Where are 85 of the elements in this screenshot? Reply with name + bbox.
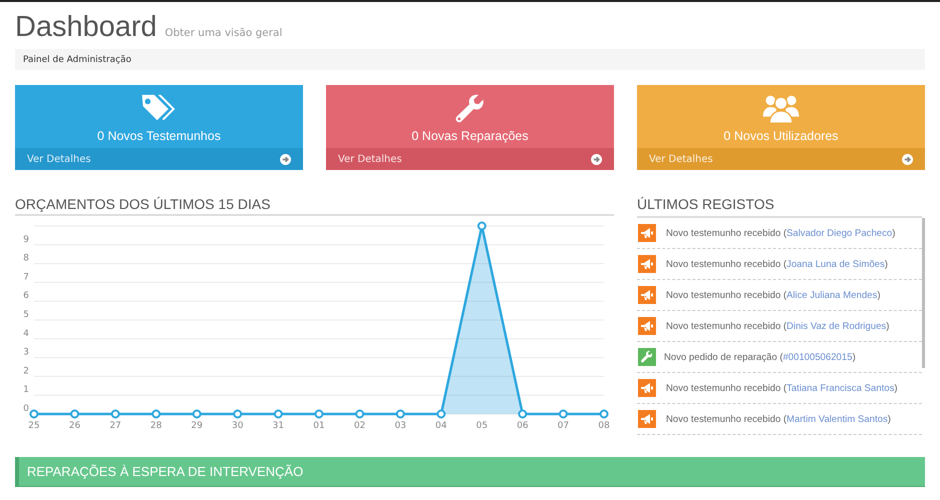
log-entry[interactable]: Novo testemunho recebido (Joana Luna de Simões) [637, 249, 922, 280]
log-entry[interactable]: Novo pedido de reparação (#001005062015) [637, 342, 922, 373]
record-link[interactable]: Alice Juliana Mendes [786, 290, 878, 300]
record-link[interactable]: Salvador Diego Pacheco [786, 228, 892, 238]
arrow-circle-icon [902, 154, 913, 164]
axis-label: 06 [516, 421, 528, 431]
axis-label: 03 [394, 421, 406, 431]
axis-label: 6 [23, 291, 29, 302]
data-point [600, 410, 608, 418]
axis-label: 5 [23, 310, 29, 320]
data-point [314, 410, 324, 418]
axis-label: 28 [150, 421, 162, 431]
megaphone-icon [638, 224, 656, 242]
log-entry[interactable]: Novo testemunho recebido (Alice Juliana Mendes) [637, 280, 922, 311]
axis-label: 4 [23, 328, 29, 339]
log-text: Novo testemunho recebido (Tatiana Francisca Santos) [666, 382, 898, 394]
axis-label: 30 [232, 421, 244, 431]
data-point [396, 410, 405, 418]
arrow-circle-icon [591, 154, 602, 164]
megaphone-icon [638, 410, 656, 428]
axis-label: 08 [598, 421, 610, 431]
panel-title: REPARAÇÕES À ESPERA DE INTERVENÇÃO [27, 464, 304, 479]
log-text: Novo testemunho recebido (Martim Valentim Santos) [666, 414, 891, 424]
details-link[interactable]: Ver Detalhes [637, 148, 925, 170]
data-point [192, 410, 202, 418]
data-point [558, 410, 568, 418]
data-point [233, 410, 242, 418]
breadcrumb-item[interactable]: Painel de Administração [23, 54, 132, 64]
page-title: Dashboard [15, 12, 157, 42]
stat-label: 0 Novos Testemunhos [97, 128, 221, 142]
axis-label: 25 [28, 421, 40, 431]
axis-label: 07 [558, 421, 569, 431]
data-point [477, 222, 486, 230]
record-link[interactable]: Dinis Vaz de Rodrigues [786, 320, 886, 332]
log-text: Novo testemunho recebido (Salvador Diego Pacheco) [666, 228, 896, 238]
axis-label: 26 [69, 421, 80, 431]
axis-label: 27 [110, 421, 122, 431]
axis-label: 0 [23, 404, 29, 414]
log-entry[interactable]: Novo testemunho recebido (Dinis Vaz de Rodrigues) [637, 311, 922, 342]
data-point [30, 410, 38, 418]
axis-label: 1 [23, 385, 29, 396]
axis-label: 04 [435, 421, 447, 431]
axis-label: 31 [272, 421, 284, 431]
axis-label: 29 [191, 421, 203, 431]
data-point [355, 410, 364, 418]
log-text: Novo testemunho recebido (Dinis Vaz de Rodrigues) [666, 320, 890, 332]
log-entry[interactable]: Novo testemunho recebido (Salvador Diego Pacheco) [637, 218, 922, 249]
data-point [110, 410, 120, 418]
log-entry[interactable]: Novo testemunho recebido (Tatiana Francisca Santos) [637, 373, 922, 404]
data-point [274, 410, 283, 418]
page-subtitle: Obter uma visão geral [164, 27, 282, 39]
log-entry[interactable]: Novo testemunho recebido (Martim Valentim Santos) [637, 404, 922, 435]
axis-label: 02 [354, 421, 366, 431]
megaphone-icon [638, 255, 656, 273]
data-point [70, 410, 80, 418]
data-point [518, 410, 528, 418]
axis-label: 2 [23, 366, 29, 376]
scrollbar[interactable] [922, 218, 925, 368]
axis-label: 05 [476, 421, 488, 431]
users-icon [762, 92, 800, 124]
megaphone-icon [638, 317, 656, 335]
axis-label: 3 [23, 348, 29, 358]
axis-label: 9 [23, 234, 29, 245]
megaphone-icon [638, 286, 656, 304]
section-title: ÚLTIMOS REGISTOS [637, 196, 776, 214]
axis-label: 01 [313, 421, 325, 431]
record-link[interactable]: #001005062015 [782, 352, 852, 362]
axis-label: 8 [23, 254, 29, 264]
record-link[interactable]: Martim Valentim Santos [786, 414, 888, 424]
record-link[interactable]: Tatiana Francisca Santos [786, 382, 894, 394]
details-link[interactable]: Ver Detalhes [15, 148, 303, 170]
stat-label: 0 Novos Utilizadores [724, 128, 838, 142]
log-text: Novo testemunho recebido (Alice Juliana Mendes) [666, 290, 880, 300]
data-point [436, 410, 446, 418]
wrench-icon [638, 348, 656, 366]
stat-label: 0 Novas Reparações [412, 128, 528, 142]
section-title: ORÇAMENTOS DOS ÚLTIMOS 15 DIAS [15, 196, 614, 216]
details-link[interactable]: Ver Detalhes [326, 148, 614, 170]
megaphone-icon [638, 379, 656, 397]
axis-label: 7 [23, 272, 29, 282]
arrow-circle-icon [280, 154, 291, 164]
log-text: Novo pedido de reparação (#001005062015) [664, 352, 856, 362]
data-point [152, 410, 161, 418]
log-text: Novo testemunho recebido (Joana Luna de Simões) [666, 258, 888, 270]
record-link[interactable]: Joana Luna de Simões [786, 258, 885, 270]
